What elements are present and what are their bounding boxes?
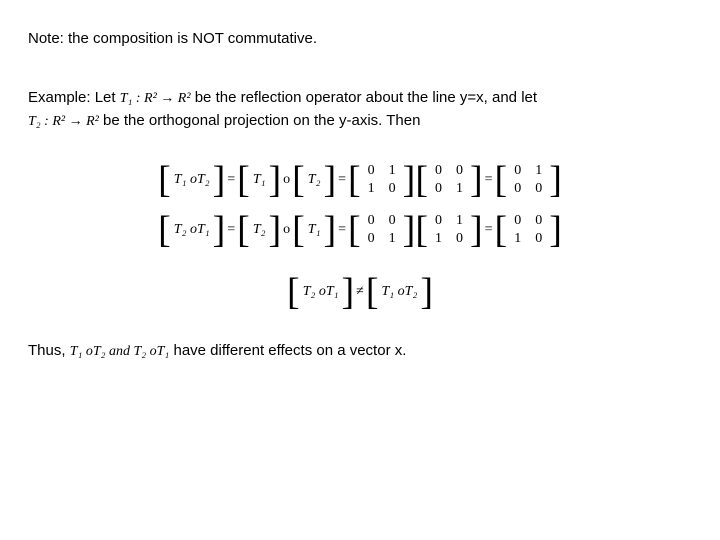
example-paragraph: Example: Let T₁ : R² → R² be the reflect… bbox=[28, 87, 692, 132]
equation-1: T₁ oT₂ = T₁ o T₂ = 01 10 00 01 = 01 00 bbox=[28, 162, 692, 198]
conclusion: Thus, T₁ oT₂ and T₂ oT₁ have different e… bbox=[28, 342, 692, 360]
thus-lead: Thus, bbox=[28, 342, 66, 359]
eq2-m2: T₁ bbox=[305, 222, 324, 238]
example-tail: be the orthogonal projection on the y-ax… bbox=[103, 112, 420, 129]
t1-mapping: T₁ : R² → R² bbox=[120, 91, 191, 106]
eq1-matrix-b: 00 01 bbox=[415, 162, 482, 198]
eq2-matrix-a: 00 01 bbox=[348, 212, 415, 248]
eq1-matrix-a: 01 10 bbox=[348, 162, 415, 198]
eq2-matrix-b: 01 10 bbox=[415, 212, 482, 248]
eq2-m1: T₂ bbox=[250, 222, 269, 238]
neq-right: T₁ oT₂ bbox=[379, 284, 421, 300]
eq1-matrix-result: 01 00 bbox=[495, 162, 562, 198]
inequality: T₂ oT₁ ≠ T₁ oT₂ bbox=[28, 276, 692, 308]
thus-tail: have different effects on a vector x. bbox=[173, 342, 406, 359]
t2-mapping: T₂ : R² → R² bbox=[28, 114, 99, 129]
equation-block: T₁ oT₂ = T₁ o T₂ = 01 10 00 01 = 01 00 T… bbox=[28, 162, 692, 308]
eq1-lhs: T₁ oT₂ bbox=[171, 172, 213, 188]
thus-expr: T₁ oT₂ and T₂ oT₁ bbox=[70, 344, 170, 359]
example-mid: be the reflection operator about the lin… bbox=[195, 89, 537, 106]
note-text: Note: the composition is NOT commutative… bbox=[28, 30, 692, 47]
equation-2: T₂ oT₁ = T₂ o T₁ = 00 01 01 10 = 00 10 bbox=[28, 212, 692, 248]
eq1-m1: T₁ bbox=[250, 172, 269, 188]
eq1-m2: T₂ bbox=[305, 172, 324, 188]
neq-left: T₂ oT₁ bbox=[300, 284, 342, 300]
eq2-lhs: T₂ oT₁ bbox=[171, 222, 213, 238]
example-lead: Example: Let bbox=[28, 89, 116, 106]
eq2-matrix-result: 00 10 bbox=[495, 212, 562, 248]
